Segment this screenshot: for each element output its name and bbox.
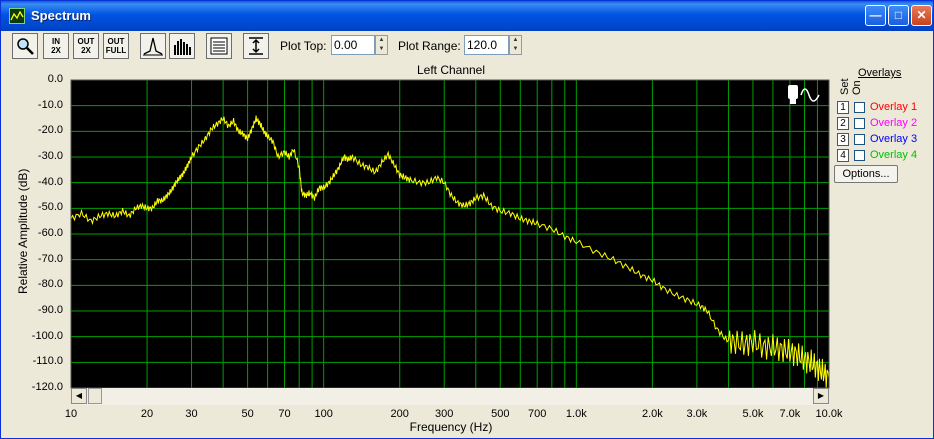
plot-range-spinner[interactable]: ▲ ▼ (509, 35, 522, 55)
panel-icon (210, 37, 228, 55)
x-tick-label: 30 (185, 408, 198, 420)
overlay-on-checkbox-1[interactable] (854, 102, 865, 113)
settings-panel-button[interactable] (206, 33, 232, 59)
x-tick-label: 3.0k (686, 408, 708, 420)
plot-top-spinner[interactable]: ▲ ▼ (375, 35, 388, 55)
on-column-label: On (851, 80, 863, 95)
spin-down-icon: ▼ (378, 46, 385, 52)
spectrum-window: Spectrum — □ ✕ IN 2X OUT 2X OUT FULL Plo… (0, 0, 934, 439)
bar-graph-button[interactable] (169, 33, 195, 59)
y-tick-label: -50.0 (37, 201, 63, 214)
spin-down-icon: ▼ (512, 46, 519, 52)
maximize-button[interactable]: □ (888, 5, 909, 26)
overlays-header: Overlays (858, 67, 902, 79)
zoom-tool-button[interactable] (12, 33, 38, 59)
y-tick-label: -30.0 (37, 150, 63, 162)
plot-top-input[interactable]: 0.00 (331, 35, 375, 55)
x-tick-label: 200 (390, 408, 409, 420)
y-tick-label: -10.0 (37, 98, 63, 111)
x-tick-label: 10 (64, 408, 78, 420)
y-tick-label: -110.0 (32, 355, 63, 368)
scroll-left-button[interactable]: ◀ (71, 388, 87, 404)
overlay-name-2: Overlay 2 (870, 117, 918, 129)
x-tick-label: 100 (314, 408, 333, 420)
horizontal-scrollbar[interactable]: ◀ ▶ (71, 388, 829, 405)
spectrum-chart[interactable] (1, 61, 835, 406)
minimize-button[interactable]: — (865, 5, 886, 26)
plot-top-label: Plot Top: (280, 39, 327, 53)
y-axis-label: Relative Amplitude (dB) (16, 168, 30, 294)
overlay-set-button-3[interactable]: 3 (837, 133, 849, 146)
bar-graph-icon (174, 39, 191, 55)
title-bar[interactable]: Spectrum — □ ✕ (1, 1, 933, 31)
scroll-right-button[interactable]: ▶ (813, 388, 829, 404)
toolbar: IN 2X OUT 2X OUT FULL Plot Top: 0.00 ▲ ▼ … (1, 31, 933, 61)
window-title: Spectrum (31, 8, 91, 23)
y-tick-label: -120.0 (31, 381, 63, 393)
zoom-out-full-button[interactable]: OUT FULL (103, 33, 129, 59)
overlay-name-1: Overlay 1 (870, 101, 918, 113)
y-tick-label: -60.0 (37, 227, 63, 239)
x-tick-label: 1.0k (565, 408, 587, 420)
y-tick-label: -90.0 (37, 304, 63, 316)
magnifier-icon (17, 38, 34, 55)
overlay-name-4: Overlay 4 (870, 149, 918, 161)
auto-scale-button[interactable] (243, 33, 269, 59)
overlay-options-button[interactable]: Options... (834, 165, 898, 183)
x-tick-label: 10.0k (815, 408, 843, 420)
spectrum-app-icon (9, 8, 25, 24)
set-column-label: Set (839, 78, 851, 95)
overlay-on-checkbox-2[interactable] (854, 118, 865, 129)
x-tick-label: 2.0k (641, 408, 663, 420)
signal-generator-icon (788, 85, 820, 104)
line-graph-icon (143, 37, 163, 56)
zoom-out-2x-button[interactable]: OUT 2X (73, 33, 99, 59)
vertical-range-icon (249, 37, 263, 55)
y-tick-label: 0.0 (47, 73, 63, 85)
zoom-in-2x-button[interactable]: IN 2X (43, 33, 69, 59)
overlay-set-button-2[interactable]: 2 (837, 117, 849, 130)
overlay-set-button-4[interactable]: 4 (837, 149, 849, 162)
y-tick-label: -70.0 (37, 252, 63, 265)
overlay-on-checkbox-4[interactable] (854, 150, 865, 161)
x-tick-label: 20 (140, 408, 154, 420)
y-tick-label: -40.0 (37, 175, 63, 188)
plot-range-input[interactable]: 120.0 (464, 35, 509, 55)
y-tick-label: -20.0 (37, 124, 63, 137)
y-tick-label: -80.0 (37, 278, 63, 291)
line-graph-button[interactable] (140, 33, 166, 59)
y-tick-label: -100.0 (31, 329, 63, 342)
x-tick-label: 300 (435, 408, 454, 420)
spin-up-icon: ▲ (512, 37, 519, 43)
x-axis-label: Frequency (Hz) (409, 420, 493, 434)
plot-range-label: Plot Range: (398, 39, 461, 53)
overlay-on-checkbox-3[interactable] (854, 134, 865, 145)
close-button[interactable]: ✕ (911, 5, 932, 26)
spin-up-icon: ▲ (378, 37, 385, 43)
overlay-name-3: Overlay 3 (870, 133, 918, 145)
scroll-thumb[interactable] (88, 388, 102, 404)
overlay-set-button-1[interactable]: 1 (837, 101, 849, 114)
